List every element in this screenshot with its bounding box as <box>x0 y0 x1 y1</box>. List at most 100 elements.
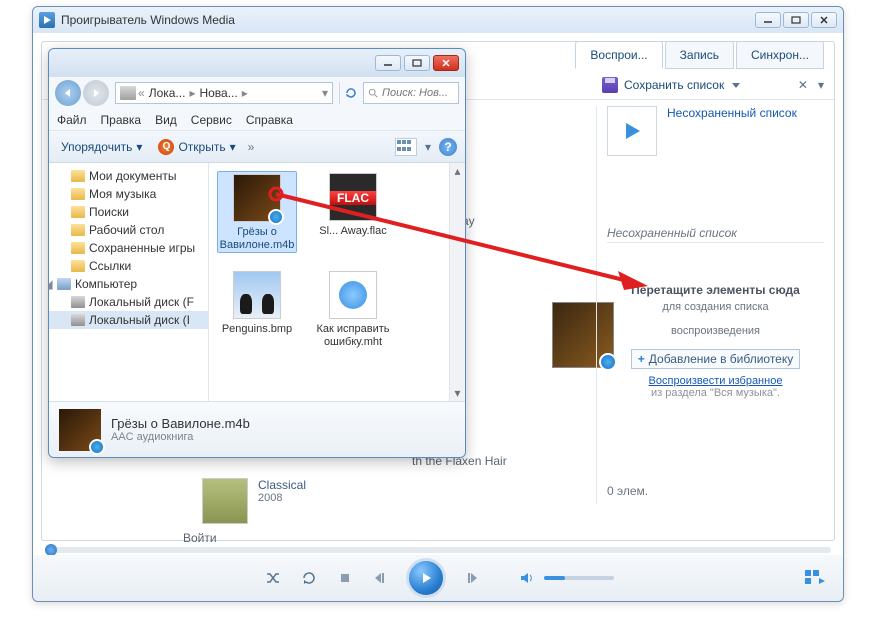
scroll-up-icon[interactable]: ▴ <box>450 163 465 179</box>
drop-hint-sub2: воспроизведения <box>607 325 824 337</box>
menu-view[interactable]: Вид <box>155 113 177 127</box>
explorer-maximize-button[interactable] <box>404 55 430 71</box>
nav-tree: Мои документы Моя музыка Поиски Рабочий … <box>49 163 209 401</box>
tree-links[interactable]: Ссылки <box>49 257 208 275</box>
folder-icon <box>71 188 85 200</box>
crumb-1[interactable]: Лока... <box>147 86 188 100</box>
organize-button[interactable]: Упорядочить ▾ <box>57 138 146 156</box>
adding-label: Добавление в библиотеку <box>649 352 793 366</box>
explorer-close-button[interactable] <box>433 55 459 71</box>
drop-zone[interactable]: Перетащите элементы сюда для создания сп… <box>607 283 824 399</box>
play-button[interactable] <box>406 558 446 598</box>
tab-sync[interactable]: Синхрон... <box>736 41 824 69</box>
login-link[interactable]: Войти <box>183 531 217 545</box>
save-list-label: Сохранить список <box>624 78 724 92</box>
album-genre: Classical <box>258 478 306 492</box>
tree-disk-i[interactable]: Локальный диск (I <box>49 311 208 329</box>
next-button[interactable] <box>460 567 482 589</box>
collapse-icon[interactable]: ◢ <box>49 277 53 291</box>
disk-icon <box>602 77 618 93</box>
playlist-thumb[interactable] <box>607 106 657 156</box>
file-penguins[interactable]: Penguins.bmp <box>217 269 297 349</box>
view-mode-button[interactable] <box>395 138 417 156</box>
folder-icon <box>71 224 85 236</box>
breadcrumb[interactable]: « Лока... ▸ Нова... ▸ ▾ <box>115 82 333 104</box>
search-box[interactable] <box>363 82 459 104</box>
explorer-titlebar[interactable] <box>49 49 465 77</box>
details-filename: Грёзы о Вавилоне.m4b <box>111 416 250 431</box>
minimize-button[interactable] <box>755 12 781 28</box>
explorer-minimize-button[interactable] <box>375 55 401 71</box>
volume-slider[interactable] <box>544 576 614 580</box>
chevron-down-icon: ▾ <box>136 140 142 154</box>
folder-icon <box>71 242 85 254</box>
seek-bar[interactable] <box>45 547 831 553</box>
file-vavilon[interactable]: Грёзы о Вавилоне.m4b <box>217 171 297 253</box>
globe-icon <box>339 281 367 309</box>
shuffle-button[interactable] <box>262 567 284 589</box>
chevron-right-icon: ▸ <box>189 86 195 100</box>
explorer-body: Мои документы Моя музыка Поиски Рабочий … <box>49 163 465 401</box>
tree-searches[interactable]: Поиски <box>49 203 208 221</box>
refresh-button[interactable] <box>339 82 361 104</box>
open-button[interactable]: Q Открыть ▾ <box>154 137 239 157</box>
drop-hint-title: Перетащите элементы сюда <box>607 283 824 297</box>
scrollbar[interactable]: ▴ ▾ <box>449 163 465 401</box>
playback-controls <box>33 555 843 601</box>
menu-service[interactable]: Сервис <box>191 113 232 127</box>
scroll-down-icon[interactable]: ▾ <box>450 385 465 401</box>
menu-help[interactable]: Справка <box>246 113 293 127</box>
file-thumb-icon <box>329 271 377 319</box>
close-button[interactable] <box>811 12 837 28</box>
adding-to-library-badge: + Добавление в библиотеку <box>631 349 801 369</box>
drive-icon <box>71 296 85 308</box>
switch-view-button[interactable] <box>805 570 825 587</box>
playlist-section-label: Несохраненный список <box>607 226 824 240</box>
maximize-button[interactable] <box>783 12 809 28</box>
quicktime-icon: Q <box>158 139 174 155</box>
back-button[interactable] <box>55 80 81 106</box>
tree-disk-f[interactable]: Локальный диск (F <box>49 293 208 311</box>
tree-computer[interactable]: ◢Компьютер <box>49 275 208 293</box>
tree-my-documents[interactable]: Мои документы <box>49 167 208 185</box>
file-grid[interactable]: Грёзы о Вавилоне.m4b FLAC Sl... Away.fla… <box>209 163 465 401</box>
file-thumb-icon: FLAC <box>329 173 377 221</box>
details-filetype: AAC аудиокнига <box>111 431 250 443</box>
folder-icon <box>71 170 85 182</box>
album-art-small[interactable] <box>202 478 248 524</box>
forward-button[interactable] <box>83 80 109 106</box>
play-favorites-link[interactable]: Воспроизвести избранное <box>607 375 824 387</box>
repeat-button[interactable] <box>298 567 320 589</box>
help-icon[interactable]: ? <box>439 138 457 156</box>
divider <box>607 242 824 243</box>
tree-desktop[interactable]: Рабочий стол <box>49 221 208 239</box>
volume-icon[interactable] <box>516 567 538 589</box>
wmp-titlebar[interactable]: Проигрыватель Windows Media <box>33 7 843 33</box>
dropdown-icon[interactable]: ▾ <box>322 86 328 100</box>
menubar: Файл Правка Вид Сервис Справка <box>49 109 465 131</box>
element-count: 0 элем. <box>607 484 648 498</box>
tree-saved-games[interactable]: Сохраненные игры <box>49 239 208 257</box>
tab-play[interactable]: Воспрои... <box>575 41 662 69</box>
prev-button[interactable] <box>370 567 392 589</box>
menu-file[interactable]: Файл <box>57 113 87 127</box>
options-icon[interactable]: ▾ <box>818 78 824 92</box>
file-flac[interactable]: FLAC Sl... Away.flac <box>313 171 393 253</box>
file-mht[interactable]: Как исправить ошибку.mht <box>313 269 393 349</box>
search-input[interactable] <box>382 87 454 99</box>
wmp-app-icon <box>39 12 55 28</box>
file-name: Penguins.bmp <box>217 323 297 336</box>
toolbar-more[interactable]: » <box>248 140 255 154</box>
chevron-down-icon[interactable]: ▾ <box>425 140 431 154</box>
menu-edit[interactable]: Правка <box>101 113 142 127</box>
clear-list-icon[interactable]: ✕ <box>798 78 808 92</box>
crumb-2[interactable]: Нова... <box>197 86 239 100</box>
details-pane: Грёзы о Вавилоне.m4b AAC аудиокнига <box>49 401 465 457</box>
tab-burn[interactable]: Запись <box>665 41 734 69</box>
save-list-button[interactable]: Сохранить список <box>602 77 740 93</box>
folder-icon <box>71 260 85 272</box>
playlist-title-link[interactable]: Несохраненный список <box>667 106 797 156</box>
stop-button[interactable] <box>334 567 356 589</box>
explorer-nav: « Лока... ▸ Нова... ▸ ▾ <box>49 77 465 109</box>
tree-my-music[interactable]: Моя музыка <box>49 185 208 203</box>
